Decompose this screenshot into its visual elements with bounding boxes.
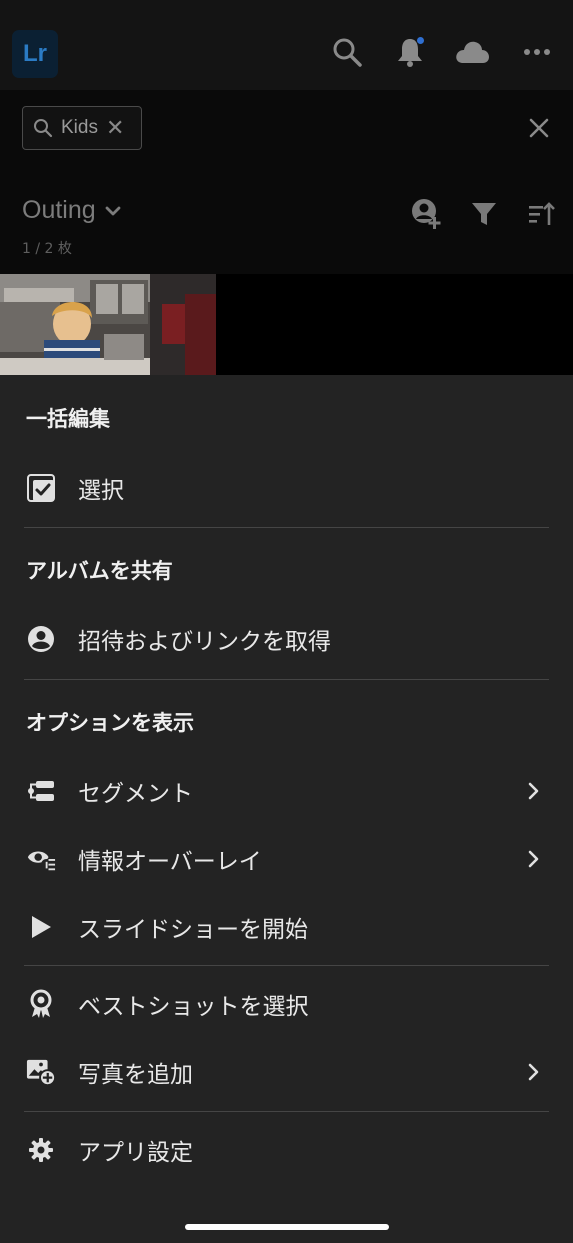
search-icon[interactable] (329, 34, 365, 70)
divider (24, 965, 549, 966)
menu-item-segment[interactable]: セグメント (0, 763, 573, 819)
bell-icon[interactable] (392, 34, 428, 70)
notification-badge (417, 37, 424, 44)
album-title-dropdown[interactable]: Outing (22, 196, 122, 225)
home-indicator[interactable] (185, 1224, 389, 1230)
divider (24, 679, 549, 680)
add-person-icon[interactable] (408, 196, 444, 232)
menu-item-label: アプリ設定 (78, 1140, 193, 1166)
sort-icon[interactable] (524, 196, 560, 232)
gear-icon (26, 1135, 56, 1165)
cloud-icon[interactable] (454, 34, 490, 70)
section-header-view-options: オプションを表示 (26, 711, 194, 735)
play-icon (26, 912, 56, 942)
action-sheet: 一括編集 選択 アルバムを共有 招待およびリンクを取得 オプションを表示 セグメ… (0, 375, 573, 1243)
search-icon (33, 118, 53, 138)
menu-item-invite-link[interactable]: 招待およびリンクを取得 (0, 611, 573, 667)
menu-item-best-shots[interactable]: ベストショットを選択 (0, 976, 573, 1032)
search-chip-text: Kids (61, 117, 98, 138)
menu-item-info-overlay[interactable]: 情報オーバーレイ (0, 831, 573, 887)
section-header-batch-edit: 一括編集 (26, 407, 110, 431)
menu-item-label: セグメント (78, 781, 193, 807)
search-bar-row: Kids ✕ (0, 90, 573, 176)
filter-icon[interactable] (466, 196, 502, 232)
chevron-down-icon (104, 204, 122, 218)
close-icon[interactable] (525, 114, 553, 142)
award-icon (26, 989, 56, 1019)
chevron-right-icon (527, 849, 543, 869)
menu-item-label: 選択 (78, 478, 124, 504)
menu-item-slideshow[interactable]: スライドショーを開始 (0, 899, 573, 955)
info-overlay-icon (26, 844, 56, 874)
section-header-share-album: アルバムを共有 (26, 559, 173, 583)
menu-item-label: ベストショットを選択 (78, 994, 309, 1020)
album-header: Outing 1 / 2 枚 (0, 176, 573, 274)
clear-chip-icon[interactable]: ✕ (106, 115, 124, 141)
photo-thumbnail[interactable] (0, 274, 216, 375)
menu-item-label: 招待およびリンクを取得 (78, 629, 331, 655)
album-title: Outing (22, 196, 96, 224)
divider (24, 527, 549, 528)
menu-item-add-photos[interactable]: 写真を追加 (0, 1044, 573, 1100)
menu-item-select[interactable]: 選択 (0, 460, 573, 516)
add-photo-icon (26, 1057, 56, 1087)
lightroom-logo[interactable]: Lr (12, 30, 58, 78)
more-icon[interactable] (519, 34, 555, 70)
photo-count: 1 / 2 枚 (22, 241, 72, 257)
chevron-right-icon (527, 1062, 543, 1082)
menu-item-label: 情報オーバーレイ (78, 849, 262, 875)
top-app-bar: Lr (0, 0, 573, 90)
user-circle-icon (26, 624, 56, 654)
search-chip[interactable]: Kids ✕ (22, 106, 142, 150)
menu-item-label: スライドショーを開始 (78, 917, 308, 943)
select-checkbox-icon (26, 473, 56, 503)
chevron-right-icon (527, 781, 543, 801)
menu-item-label: 写真を追加 (78, 1062, 193, 1088)
menu-item-app-settings[interactable]: アプリ設定 (0, 1122, 573, 1178)
divider (24, 1111, 549, 1112)
segment-icon (26, 776, 56, 806)
